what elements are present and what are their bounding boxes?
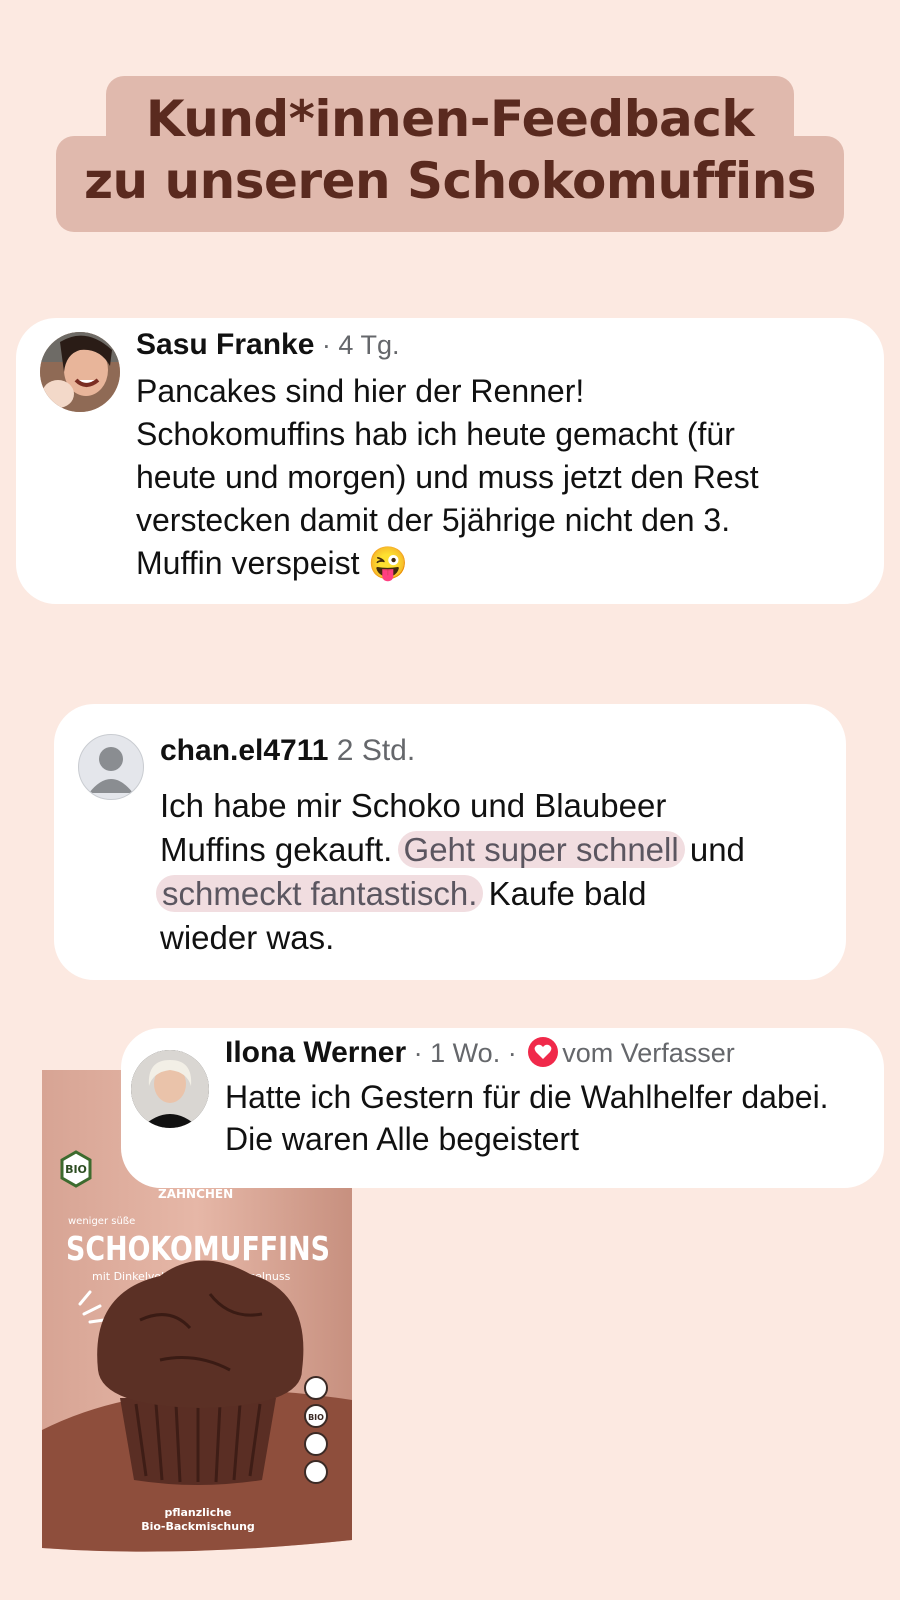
avatar-photo (40, 332, 120, 412)
title-line-1: Kund*innen-Feedback (145, 90, 755, 148)
avatar[interactable] (40, 332, 120, 412)
comment-timestamp: · 1 Wo. · (406, 1038, 525, 1068)
comment-line: Schokomuffins hab ich heute gemacht (für (136, 416, 735, 452)
heart-icon (528, 1037, 559, 1067)
comment-header: Sasu Franke · 4 Tg. (136, 328, 399, 362)
package-bottom-line-1: pflanzliche (164, 1506, 231, 1519)
bio-badge-text: BIO (65, 1163, 87, 1176)
comment-text: Hatte ich Gestern für die Wahlhelfer dab… (225, 1076, 885, 1160)
comment-line: Die waren Alle begeistert (225, 1121, 579, 1157)
comment-line: Ich habe mir Schoko und Blaubeer (160, 787, 667, 824)
page-title: Kund*innen-Feedback zu unseren Schokomuf… (56, 88, 844, 212)
bio-badge: BIO (60, 1150, 92, 1188)
comment-line: schmeckt fantastisch. Kaufe bald (156, 872, 830, 916)
avatar[interactable] (78, 734, 144, 800)
brand-name: ZAHNCHEN (158, 1187, 233, 1201)
comment-header: chan.el4711 2 Std. (160, 734, 415, 768)
headline-block: Kund*innen-Feedback zu unseren Schokomuf… (0, 0, 900, 260)
author-name[interactable]: chan.el4711 (160, 734, 328, 767)
comment-line-text: und (680, 831, 745, 868)
comment-card: chan.el4711 2 Std. Ich habe mir Schoko u… (54, 704, 846, 980)
highlighted-text: schmeckt fantastisch. (156, 875, 484, 912)
comment-text: Pancakes sind hier der Renner! Schokomuf… (136, 370, 866, 585)
comment-line: Hatte ich Gestern für die Wahlhelfer dab… (225, 1079, 829, 1115)
comment-line-text: Muffins gekauft. (160, 831, 402, 868)
comment-card: Sasu Franke · 4 Tg. Pancakes sind hier d… (16, 318, 884, 604)
comment-header: Ilona Werner · 1 Wo. · vom Verfasser (225, 1036, 735, 1070)
comment-line: Muffin verspeist 😜 (136, 542, 866, 585)
comment-line: heute und morgen) und muss jetzt den Res… (136, 459, 759, 495)
product-subtitle: weniger süße (68, 1216, 135, 1227)
author-name[interactable]: Sasu Franke (136, 328, 314, 361)
winking-tongue-emoji-icon: 😜 (368, 545, 409, 581)
comment-timestamp: 2 Std. (328, 734, 416, 767)
title-line-2: zu unseren Schokomuffins (83, 152, 817, 210)
comment-line: verstecken damit der 5jährige nicht den … (136, 502, 731, 538)
author-badge: vom Verfasser (562, 1038, 735, 1068)
comment-line: Muffins gekauft. Geht super schnell und (160, 828, 830, 872)
comment-line: wieder was. (160, 919, 335, 956)
author-name[interactable]: Ilona Werner (225, 1036, 406, 1069)
avatar-photo (131, 1050, 209, 1128)
comment-line-text: Muffin verspeist (136, 545, 369, 581)
package-bottom-line-2: Bio-Backmischung (141, 1520, 255, 1533)
bio-seal-text: BIO (308, 1413, 324, 1422)
comment-line: Pancakes sind hier der Renner! (136, 373, 585, 409)
avatar[interactable] (131, 1050, 209, 1128)
comment-timestamp: · 4 Tg. (314, 330, 400, 360)
comment-line-text: Kaufe bald (479, 875, 647, 912)
comment-card: Ilona Werner · 1 Wo. · vom Verfasser Hat… (121, 1028, 884, 1188)
comment-text: Ich habe mir Schoko und Blaubeer Muffins… (156, 784, 830, 960)
default-user-icon (89, 747, 133, 793)
highlighted-text: Geht super schnell (397, 831, 685, 868)
